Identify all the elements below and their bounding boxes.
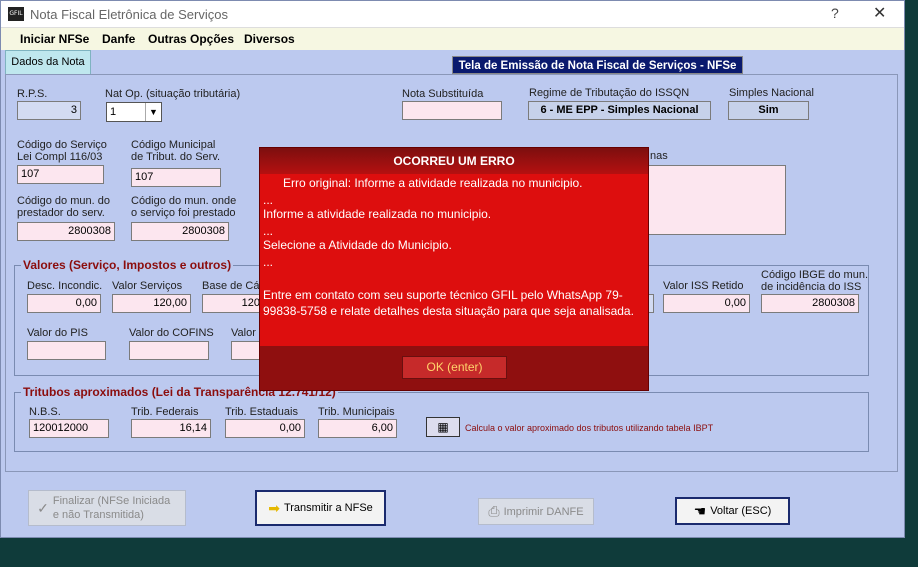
check-icon: ✓	[37, 499, 49, 516]
desc-incond-label: Desc. Incondic.	[27, 280, 103, 292]
iss-retido-label: Valor ISS Retido	[663, 280, 744, 292]
pis-field[interactable]	[27, 341, 106, 360]
dialog-title: OCORREU UM ERRO	[260, 148, 648, 174]
chevron-down-icon[interactable]: ▼	[145, 103, 161, 121]
menu-danfe[interactable]: Danfe	[102, 32, 135, 46]
simples-field: Sim	[728, 101, 809, 120]
ok-button[interactable]: OK (enter)	[402, 356, 507, 379]
window-title: Nota Fiscal Eletrônica de Serviços	[30, 7, 228, 22]
simples-label: Simples Nacional	[729, 87, 814, 99]
calc-description: Calcula o valor aproximado dos tributos …	[465, 423, 714, 433]
nbs-label: N.B.S.	[29, 406, 61, 418]
cod-servico-field[interactable]: 107	[17, 165, 104, 184]
tab-dados-da-nota[interactable]: Dados da Nota	[5, 50, 91, 75]
dialog-line-info: Informe a atividade realizada no municip…	[263, 207, 492, 221]
help-button[interactable]: ?	[831, 5, 839, 21]
pointing-hand-icon: ☚	[693, 502, 707, 519]
calculator-icon: ▦	[437, 420, 449, 434]
cofins-label: Valor do COFINS	[129, 327, 214, 339]
ibge-label: Código IBGE do mun. de incidência do ISS	[761, 269, 869, 293]
menu-bar: Iniciar NFSe Danfe Outras Opções Diverso…	[1, 28, 904, 74]
transmitir-button[interactable]: ➡ Transmitir a NFSe	[255, 490, 386, 526]
voltar-label: Voltar (ESC)	[710, 505, 772, 517]
valores-legend: Valores (Serviço, Impostos e outros)	[21, 258, 234, 272]
natop-label: Nat Op. (situação tributária)	[105, 88, 241, 100]
imprimir-label: Imprimir DANFE	[503, 505, 584, 518]
nota-substituida-label: Nota Substituída	[402, 88, 484, 100]
close-button[interactable]: ✕	[873, 3, 886, 23]
trib-federais-field[interactable]: 16,14	[131, 419, 211, 438]
dialog-line-select: Selecione a Atividade do Municipio.	[263, 238, 452, 252]
calculator-button[interactable]: ▦	[426, 417, 460, 437]
valor-servicos-field[interactable]: 120,00	[112, 294, 191, 313]
desc-incond-field[interactable]: 0,00	[27, 294, 101, 313]
nbs-field[interactable]: 120012000	[29, 419, 109, 438]
error-dialog: OCORREU UM ERRO Erro original: Informe a…	[259, 147, 649, 391]
dialog-line-ellipsis-2: ...	[263, 224, 274, 238]
app-icon: GFIL	[8, 7, 24, 21]
dialog-line-ellipsis-1: ...	[263, 193, 274, 207]
base-calculo-label: Base de Cál	[202, 280, 262, 292]
menu-iniciar-nfse[interactable]: Iniciar NFSe	[20, 32, 89, 46]
mun-prestador-field[interactable]: 2800308	[17, 222, 115, 241]
dialog-line-ellipsis-3: ...	[263, 255, 274, 269]
menu-outras-opcoes[interactable]: Outras Opções	[148, 32, 234, 46]
finalizar-label: Finalizar (NFSe Iniciada e não Transmiti…	[52, 495, 171, 521]
imprimir-danfe-button[interactable]: ⎙ Imprimir DANFE	[478, 498, 594, 525]
cod-servico-label: Código do Serviço Lei Compl 116/03	[17, 139, 107, 163]
base-calculo-field[interactable]: 120	[202, 294, 264, 313]
pis-label: Valor do PIS	[27, 327, 88, 339]
mun-prestado-label: Código do mun. onde o serviço foi prestad…	[131, 195, 237, 219]
dialog-line-original: Erro original: Informe a atividade reali…	[263, 176, 583, 190]
regime-label: Regime de Tributação do ISSQN	[529, 87, 690, 99]
voltar-button[interactable]: ☚ Voltar (ESC)	[675, 497, 790, 525]
rps-field[interactable]: 3	[17, 101, 81, 120]
trib-municipais-label: Trib. Municipais	[318, 406, 395, 418]
natop-select[interactable]: 1 ▼	[106, 102, 162, 122]
trib-estaduais-field[interactable]: 0,00	[225, 419, 305, 438]
arrow-right-icon: ➡	[268, 499, 280, 516]
ibge-field[interactable]: 2800308	[761, 294, 859, 313]
cod-municipal-label: Código Municipal de Tribut. do Serv.	[131, 139, 221, 163]
title-bar: GFIL Nota Fiscal Eletrônica de Serviços …	[1, 1, 904, 28]
nota-substituida-field[interactable]	[402, 101, 502, 120]
mun-prestado-field[interactable]: 2800308	[131, 222, 229, 241]
regime-field: 6 - ME EPP - Simples Nacional	[528, 101, 711, 120]
iss-retido-field[interactable]: 0,00	[663, 294, 750, 313]
cod-municipal-field[interactable]: 107	[131, 168, 221, 187]
screen-banner: Tela de Emissão de Nota Fiscal de Serviç…	[452, 56, 743, 74]
observacoes-label: nas	[650, 150, 668, 162]
transmitir-label: Transmitir a NFSe	[283, 502, 373, 514]
observacoes-field[interactable]	[648, 165, 786, 235]
valor-servicos-label: Valor Serviços	[112, 280, 183, 292]
trib-estaduais-label: Trib. Estaduais	[225, 406, 298, 418]
menu-diversos[interactable]: Diversos	[244, 32, 295, 46]
dialog-message: Entre em contato com seu suporte técnico…	[263, 288, 634, 318]
natop-value: 1	[110, 106, 117, 118]
printer-icon: ⎙	[488, 503, 500, 519]
valor-other-label: Valor	[231, 327, 256, 339]
trib-federais-label: Trib. Federais	[131, 406, 199, 418]
cofins-field[interactable]	[129, 341, 209, 360]
rps-label: R.P.S.	[17, 88, 48, 100]
trib-municipais-field[interactable]: 6,00	[318, 419, 397, 438]
finalizar-button[interactable]: ✓ Finalizar (NFSe Iniciada e não Transmi…	[28, 490, 186, 526]
mun-prestador-label: Código do mun. do prestador do serv.	[17, 195, 110, 219]
dialog-footer: OK (enter)	[260, 346, 648, 390]
